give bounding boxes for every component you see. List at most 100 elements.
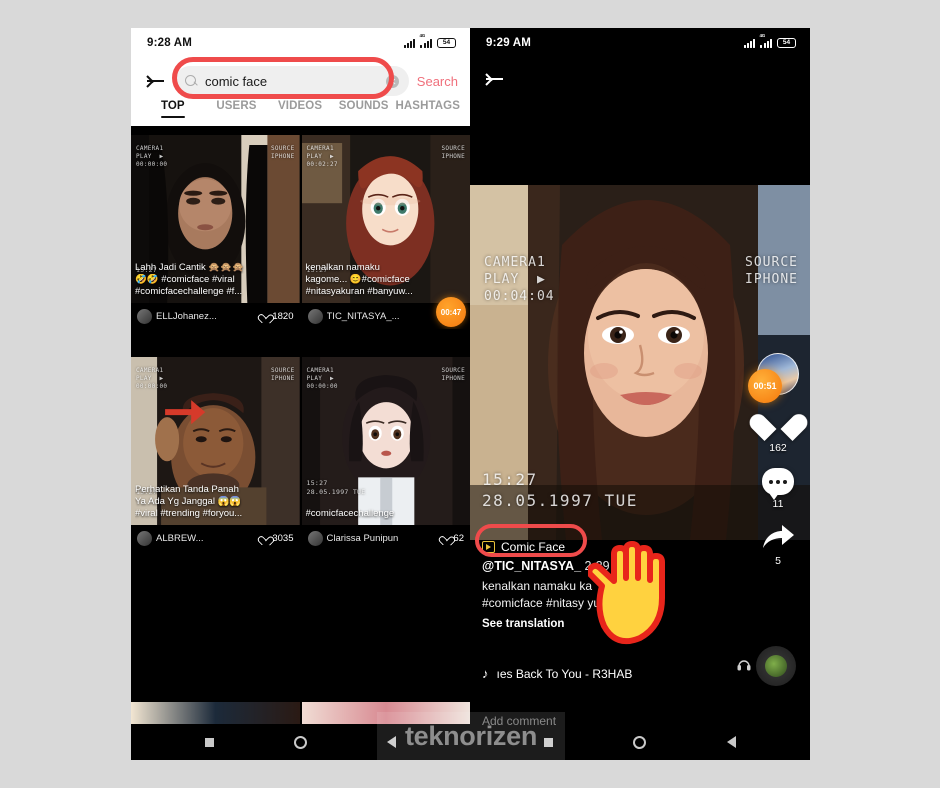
row-gap [131,329,470,357]
result-card[interactable]: CAMERA1 PLAY ▶ 00:00:00 SOURCE IPHONE 15… [301,357,471,551]
vhs-overlay-left: CAMERA1 PLAY ▶ 00:02:27 [306,145,338,169]
triangle-back-icon[interactable] [726,736,736,748]
caption-line: Perhatikan Tanda Panah [135,483,239,495]
like-count: 1820 [272,310,294,322]
heart-icon [260,312,269,321]
avatar[interactable] [307,530,323,546]
vhs-overlay-date: 15:27 28.05.1997 TUE [306,479,366,497]
circle-icon[interactable] [633,735,647,749]
avatar[interactable] [307,308,323,324]
username-label[interactable]: ALBREW... [156,533,256,544]
search-tabs: TOP USERS VIDEOS SOUNDS HASHTAGS [131,100,470,126]
result-card[interactable]: CAMERA1 PLAY ▶ 00:02:27 SOURCE IPHONE 15… [301,135,471,329]
pointing-hand-cursor [588,541,665,644]
avatar[interactable] [137,308,152,324]
comment-bubble-icon[interactable] [762,468,794,500]
right-status-bar: 9:29 AM 54 [470,28,810,58]
vhs-timestamp-overlay: 15:27 28.05.1997 TUE [482,470,638,512]
tab-sounds[interactable]: SOUNDS [332,100,396,112]
like-count: 162 [769,442,787,454]
vhs-overlay-right: SOURCE IPHONE [745,255,798,287]
search-input-value: comic face [205,73,268,89]
heart-icon [441,534,450,543]
tab-users[interactable]: USERS [205,100,269,112]
effect-chip[interactable]: Comic Face [482,540,565,554]
search-results-grid: CAMERA1 PLAY ▶ 00:00:00 SOURCE IPHONE 15… [131,126,470,760]
action-rail: 00:51 162 11 5 [746,353,810,581]
vhs-overlay-left: CAMERA1 PLAY ▶ 00:00:00 [306,367,338,391]
status-time: 9:29 AM [486,37,532,49]
search-icon [185,74,198,88]
like-count: 3035 [272,532,294,544]
heart-icon [260,534,269,543]
caption-hashtags[interactable]: #comicface #nitasy [482,596,584,610]
vhs-overlay-right: SOURCE IPHONE [271,145,295,161]
results-row: CAMERA1 PLAY ▶ 00:00:00 SOURCE IPHONE 15… [131,135,470,329]
square-icon[interactable] [205,737,214,747]
username-label[interactable]: Clarissa Punipun [327,533,438,544]
caption-line: #comicfacechallenge [305,507,395,519]
caption-line: #nitasyakuran #banyuw... [305,285,413,297]
music-label[interactable]: ıes Back To You - R3HAB [497,667,633,681]
username-label[interactable]: TIC_NITASYA_... [327,311,443,322]
result-card[interactable]: CAMERA1 PLAY ▶ 00:00:00 SOURCE IPHONE 15… [131,135,300,329]
status-icons: 54 [403,33,456,49]
tab-top[interactable]: TOP [141,100,205,112]
back-arrow-icon[interactable] [143,68,169,94]
caption-line: Lahh Jadi Cantik 🙊🙊🙊 [135,261,244,273]
music-note-icon: ♪ [482,666,489,681]
heart-icon[interactable] [762,409,795,439]
tab-hashtags[interactable]: HASHTAGS [396,100,460,112]
battery-icon: 54 [777,37,796,49]
video-thumbnail[interactable]: CAMERA1 PLAY ▶ 00:00:00 SOURCE IPHONE 15… [301,357,470,525]
status-icons: 54 [743,33,796,49]
effect-label[interactable]: Comic Face [501,540,565,554]
card-footer: Clarissa Punipun 62 [301,525,470,551]
card-caption: #comicfacechallenge [302,506,471,521]
thumbnail-image[interactable] [131,702,300,724]
username-label[interactable]: ELLJohanez... [156,311,256,322]
comment-button[interactable]: 11 [762,468,794,510]
signal-bars-4g-icon [759,33,772,48]
vhs-stamp-time: 15:27 [482,470,538,490]
vhs-overlay-left: CAMERA1 PLAY ▶ 00:00:00 [136,367,168,391]
signal-bars-4g-icon [419,33,432,48]
duration-badge: 00:47 [436,297,466,327]
like-button[interactable]: 162 [762,409,795,454]
vhs-stamp-date: 28.05.1997 TUE [482,491,638,511]
left-status-bar: 9:28 AM 54 [131,28,470,58]
result-card[interactable]: CAMERA1 PLAY ▶ 00:00:00 SOURCE IPHONE 15… [131,357,300,551]
back-arrow-icon[interactable] [482,66,508,92]
profile-avatar-group[interactable]: 00:51 [748,353,799,403]
headphone-icon [737,660,751,671]
music-row[interactable]: ♪ ıes Back To You - R3HAB [482,666,632,681]
caption-line: kenalkan namaku [305,261,380,273]
right-phone-screenshot: 9:29 AM 54 [470,28,810,760]
music-disc-icon[interactable] [756,646,796,686]
caption-line: kagome... 😊#comicface [305,273,410,285]
search-header: comic face Search [131,58,470,100]
tab-videos[interactable]: VIDEOS [268,100,332,112]
vhs-overlay-right: SOURCE IPHONE [441,367,465,383]
like-count-group: 1820 [260,311,293,322]
left-phone-screenshot: 9:28 AM 54 comic face Search TOP USERS V… [131,28,470,760]
watermark-text: teknorizen [404,720,538,751]
share-button[interactable]: 5 [761,524,795,567]
card-caption: kenalkan namaku kagome... 😊#comicface #n… [302,260,471,299]
author-handle[interactable]: @TIC_NITASYA_ [482,559,581,573]
share-arrow-icon[interactable] [761,524,795,552]
like-count-group: 3035 [260,533,293,544]
effect-badge-icon [482,541,495,553]
card-caption: Perhatikan Tanda Panah Ya Ada Yg Janggal… [131,482,300,521]
results-row: CAMERA1 PLAY ▶ 00:00:00 SOURCE IPHONE 15… [131,357,470,551]
circle-icon[interactable] [294,735,307,749]
search-input[interactable]: comic face [175,66,409,96]
caption-line: #comicfacechallenge #f... [135,285,243,297]
vhs-overlay-right: SOURCE IPHONE [271,367,295,383]
search-button[interactable]: Search [417,74,458,89]
clear-icon[interactable] [385,74,399,88]
avatar[interactable] [137,530,152,546]
signal-bars-icon [403,38,416,48]
caption-line: #viral #trending #foryou... [135,507,243,519]
card-footer: ELLJohanez... 1820 [131,303,300,329]
